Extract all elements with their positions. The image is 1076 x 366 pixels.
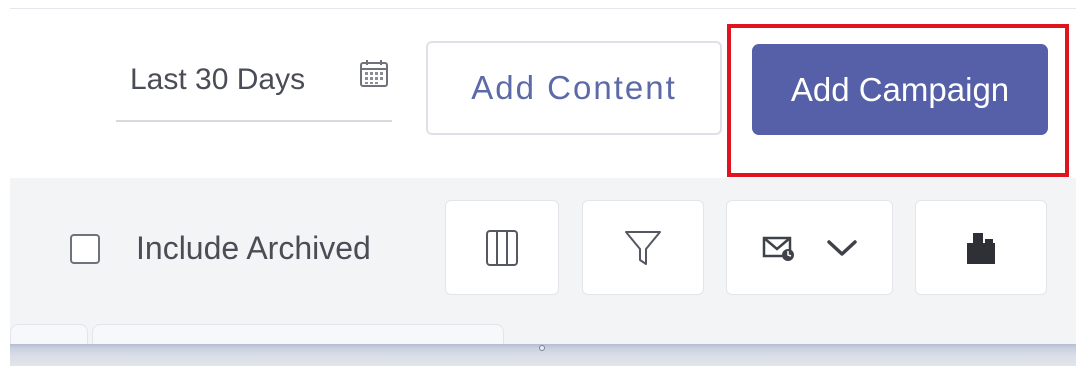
resize-handle[interactable]	[539, 345, 545, 351]
export-icon	[967, 232, 995, 264]
email-icon	[762, 236, 794, 261]
page: Last 30 Days Add Content Add Campaign In…	[0, 0, 1076, 366]
email-dropdown-button[interactable]	[726, 200, 893, 295]
top-divider	[10, 8, 1076, 9]
add-content-button[interactable]: Add Content	[426, 41, 722, 135]
date-range-picker[interactable]: Last 30 Days	[116, 52, 392, 122]
chevron-down-icon[interactable]	[826, 238, 858, 258]
add-campaign-button[interactable]: Add Campaign	[752, 44, 1048, 135]
columns-button[interactable]	[445, 200, 559, 295]
include-archived-label: Include Archived	[136, 230, 371, 266]
columns-icon	[486, 229, 518, 266]
include-archived-toggle[interactable]: Include Archived	[70, 230, 371, 267]
include-archived-checkbox[interactable]	[70, 233, 100, 264]
export-button[interactable]	[915, 200, 1047, 295]
filter-button[interactable]	[582, 200, 704, 295]
date-range-value: Last 30 Days	[130, 63, 306, 96]
filter-bar: Include Archived	[10, 178, 1076, 348]
filter-icon	[625, 230, 661, 265]
calendar-icon[interactable]	[358, 58, 390, 90]
